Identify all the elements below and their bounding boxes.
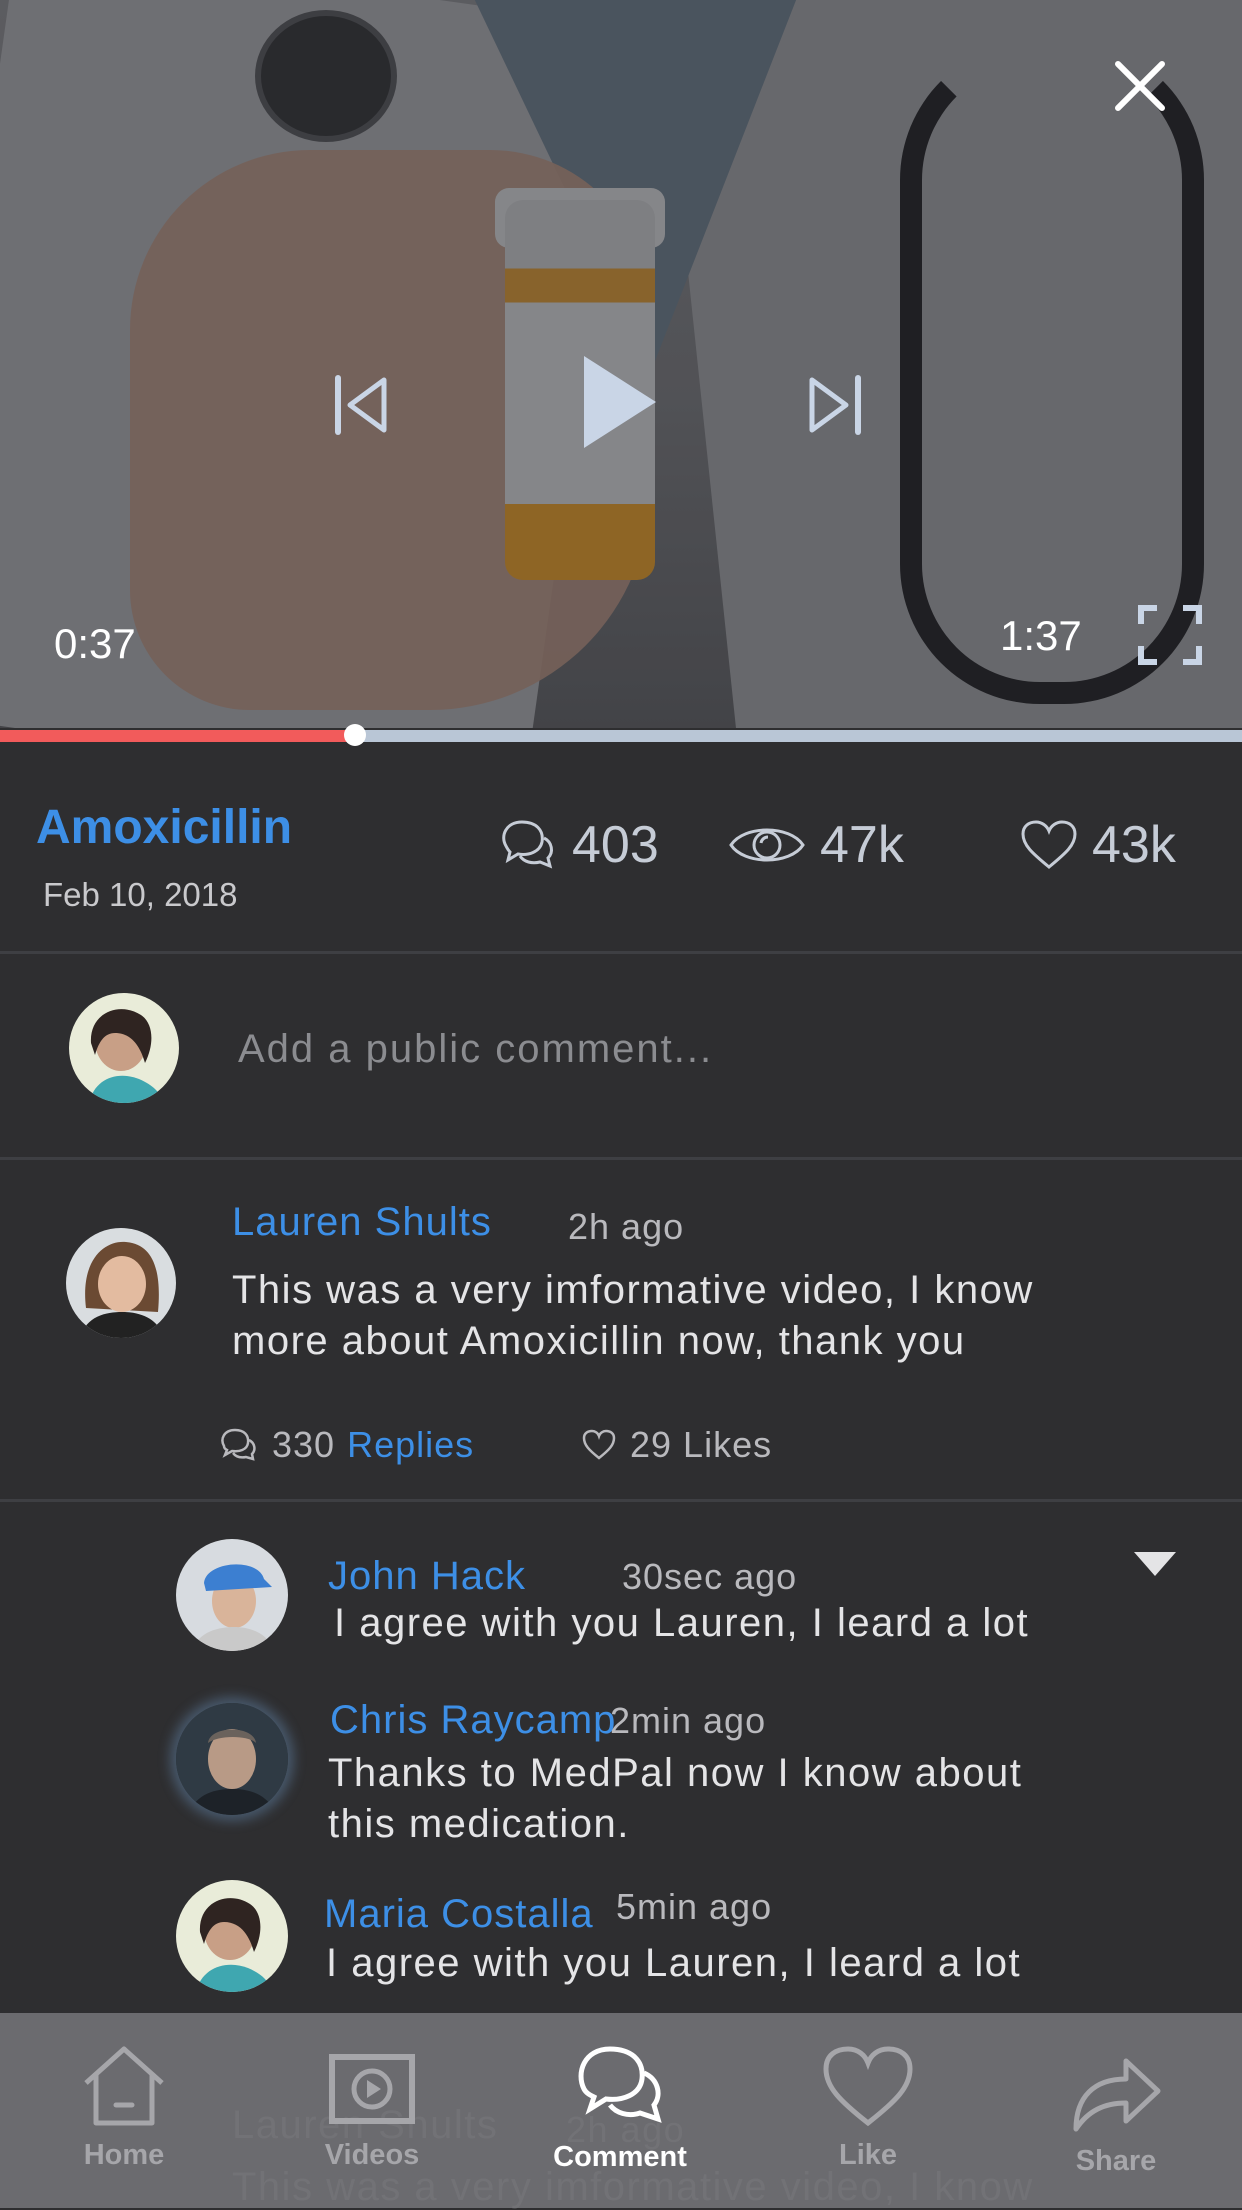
home-icon — [84, 2046, 164, 2126]
reply-text-line-1: I agree with you Lauren, I leard a lot — [334, 1601, 1030, 1645]
comment-icon — [502, 820, 553, 869]
reply-time: 30sec ago — [622, 1556, 798, 1597]
nav-label: Like — [838, 2139, 898, 2171]
comments-count: 403 — [572, 816, 659, 874]
heart-icon — [582, 1429, 616, 1460]
nav-label: Comment — [553, 2141, 687, 2173]
avatar — [176, 1880, 288, 1992]
replies-button[interactable]: 330 Replies — [218, 1424, 474, 1466]
nav-videos[interactable]: Videos — [248, 2013, 496, 2208]
nav-comment[interactable]: Comment — [496, 2013, 744, 2208]
progress-bar[interactable] — [0, 724, 1242, 746]
video-icon — [329, 2054, 415, 2124]
progress-fill — [0, 730, 356, 742]
reply-text-line-1: Thanks to MedPal now I know about — [328, 1751, 1023, 1795]
reply-username[interactable]: John Hack — [328, 1554, 526, 1599]
reply-text-line-2: this medication. — [328, 1802, 630, 1846]
total-time: 1:37 — [1000, 612, 1082, 659]
avatar — [176, 1539, 288, 1651]
views-stat: 47k — [728, 815, 904, 875]
reply-username[interactable]: Maria Costalla — [324, 1892, 594, 1937]
reply-username[interactable]: Chris Raycamp — [330, 1698, 616, 1743]
replies-count: 330 — [272, 1424, 336, 1465]
video-player[interactable]: 0:37 1:37 — [0, 0, 1242, 728]
comment-input[interactable] — [236, 1018, 1140, 1080]
replies-link[interactable]: Replies — [347, 1424, 474, 1466]
comments-stat[interactable]: 403 — [496, 815, 659, 875]
likes-count: 43k — [1092, 816, 1176, 874]
nav-label: Share — [1075, 2145, 1157, 2177]
divider — [0, 1157, 1242, 1160]
reply-time: 5min ago — [616, 1886, 773, 1927]
heart-icon — [1021, 820, 1077, 869]
comment-likes: 29 Likes — [630, 1424, 773, 1465]
avatar — [176, 1703, 288, 1815]
comment-username[interactable]: Lauren Shults — [232, 1200, 492, 1245]
nav-label: Videos — [324, 2139, 420, 2171]
comment-icon — [221, 1428, 256, 1461]
nav-like[interactable]: Like — [744, 2013, 992, 2208]
comment-icon — [578, 2046, 662, 2123]
comment-like-button[interactable]: 29 Likes — [582, 1424, 772, 1466]
avatar — [66, 1228, 176, 1338]
likes-stat[interactable]: 43k — [1020, 815, 1176, 875]
nav-label: Home — [83, 2139, 165, 2171]
heart-icon — [823, 2046, 913, 2127]
close-icon[interactable] — [1112, 58, 1168, 114]
fullscreen-icon[interactable] — [1137, 604, 1203, 666]
comment-time: 2h ago — [568, 1206, 685, 1247]
share-icon — [1073, 2058, 1161, 2132]
current-time: 0:37 — [54, 620, 136, 667]
views-count: 47k — [820, 816, 904, 874]
divider — [0, 951, 1242, 954]
nav-home[interactable]: Home — [0, 2013, 248, 2208]
divider — [0, 1499, 1242, 1502]
reply-time: 2min ago — [610, 1700, 767, 1741]
video-date: Feb 10, 2018 — [43, 876, 238, 913]
progress-handle[interactable] — [344, 724, 367, 746]
chevron-down-icon[interactable] — [1134, 1552, 1176, 1576]
video-title: Amoxicillin — [36, 801, 293, 854]
eye-icon — [729, 828, 805, 862]
skip-previous-icon[interactable] — [330, 372, 390, 438]
comment-text-line-2: more about Amoxicillin now, thank you — [232, 1319, 966, 1363]
skip-next-icon[interactable] — [806, 372, 866, 438]
play-icon[interactable] — [580, 352, 660, 452]
avatar — [69, 993, 179, 1103]
nav-share[interactable]: Share — [992, 2013, 1240, 2208]
comment-text-line-1: This was a very imformative video, I kno… — [232, 1268, 1034, 1312]
reply-text-line-1: I agree with you Lauren, I leard a lot — [326, 1941, 1022, 1985]
bottom-navigation: Lauren Shults 2h ago This was a very imf… — [0, 2013, 1242, 2209]
